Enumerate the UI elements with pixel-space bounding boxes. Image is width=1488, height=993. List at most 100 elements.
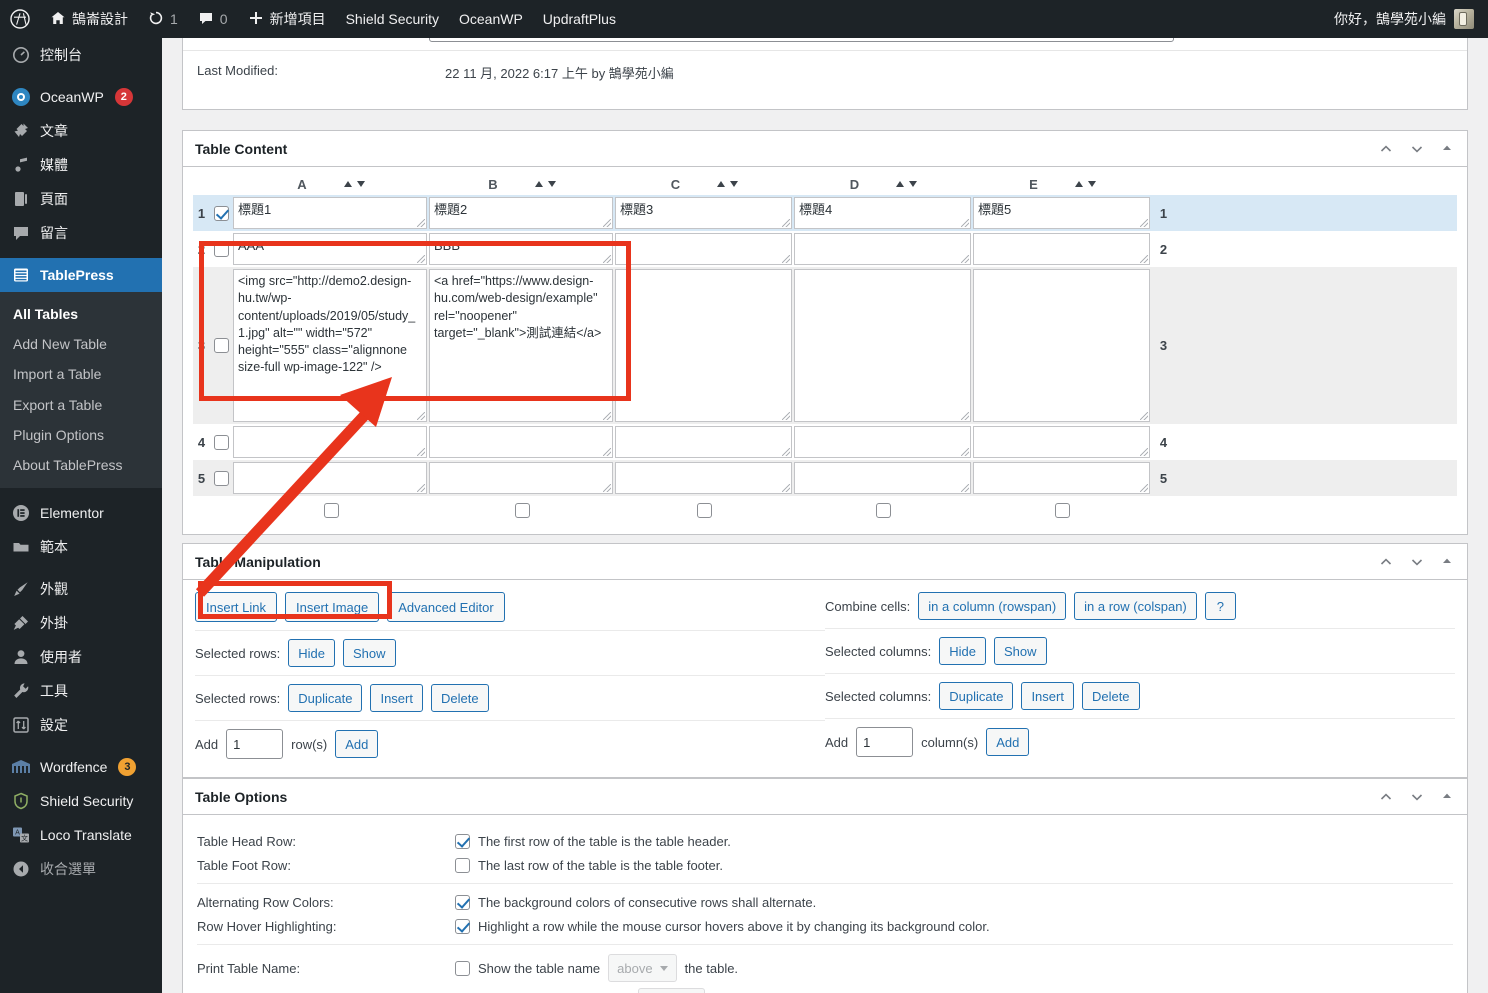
cell-c2[interactable] bbox=[615, 233, 792, 265]
sort-asc-icon[interactable] bbox=[717, 181, 726, 187]
cell-b5[interactable] bbox=[429, 462, 613, 494]
row-number-right[interactable]: 1 bbox=[1151, 195, 1176, 231]
row-number[interactable]: 5 bbox=[193, 460, 210, 496]
cell-e1[interactable]: 標題5 bbox=[973, 197, 1150, 229]
cell-c4[interactable] bbox=[615, 426, 792, 458]
adminbar-item-shield-security[interactable]: Shield Security bbox=[336, 0, 449, 38]
table-head-row-checkbox[interactable] bbox=[455, 833, 470, 849]
chevron-down-icon[interactable] bbox=[1410, 790, 1424, 804]
add-rows-button[interactable]: Add bbox=[335, 730, 379, 758]
sort-desc-icon[interactable] bbox=[547, 181, 556, 187]
advanced-editor-button[interactable]: Advanced Editor bbox=[387, 592, 505, 622]
cell-b3[interactable]: <a href="https://www.design-hu.com/web-d… bbox=[429, 269, 613, 422]
row-checkbox-cell[interactable] bbox=[210, 231, 232, 267]
cell-e5[interactable] bbox=[973, 462, 1150, 494]
column-header-c[interactable]: C bbox=[615, 177, 794, 192]
cell-e3[interactable] bbox=[973, 269, 1150, 422]
add-columns-input[interactable] bbox=[856, 727, 914, 757]
row-checkbox-cell[interactable] bbox=[210, 424, 232, 460]
row-checkbox-cell[interactable] bbox=[210, 195, 232, 231]
cell-b4[interactable] bbox=[429, 426, 613, 458]
alternating-row-colors-checkbox[interactable] bbox=[455, 894, 470, 910]
sidebar-item-all-tables[interactable]: All Tables bbox=[0, 299, 162, 329]
cell-a3[interactable]: <img src="http://demo2.design-hu.tw/wp-c… bbox=[233, 269, 427, 422]
sidebar-item-templates[interactable]: 範本 bbox=[0, 530, 162, 564]
rows-delete-button[interactable]: Delete bbox=[430, 684, 489, 712]
row-number-right[interactable]: 3 bbox=[1151, 267, 1176, 424]
row-select-checkbox[interactable] bbox=[213, 241, 229, 257]
column-select-checkbox-e[interactable] bbox=[1055, 502, 1070, 518]
sort-desc-icon[interactable] bbox=[356, 181, 365, 187]
sort-asc-icon[interactable] bbox=[343, 181, 352, 187]
sidebar-item-settings[interactable]: 設定 bbox=[0, 708, 162, 742]
columns-duplicate-button[interactable]: Duplicate bbox=[939, 682, 1014, 710]
sidebar-item-comments[interactable]: 留言 bbox=[0, 216, 162, 250]
sidebar-item-shield-security[interactable]: Shield Security bbox=[0, 784, 162, 818]
cell-a1[interactable]: 標題1 bbox=[233, 197, 427, 229]
sidebar-item-wordfence[interactable]: Wordfence 3 bbox=[0, 750, 162, 784]
columns-hide-button[interactable]: Hide bbox=[939, 637, 986, 665]
cell-b1[interactable]: 標題2 bbox=[429, 197, 613, 229]
sidebar-item-media[interactable]: 媒體 bbox=[0, 148, 162, 182]
collapse-menu-button[interactable]: 收合選單 bbox=[0, 852, 162, 886]
toggle-triangle-icon[interactable] bbox=[1441, 790, 1455, 804]
table-description-textarea[interactable] bbox=[429, 38, 1174, 42]
cell-a2[interactable]: AAA bbox=[233, 233, 427, 265]
adminbar-item-updraftplus[interactable]: UpdraftPlus bbox=[533, 0, 626, 38]
columns-delete-button[interactable]: Delete bbox=[1081, 682, 1140, 710]
insert-link-button[interactable]: Insert Link bbox=[195, 592, 277, 622]
cell-d5[interactable] bbox=[794, 462, 971, 494]
row-select-checkbox[interactable] bbox=[213, 338, 229, 353]
sidebar-item-add-new-table[interactable]: Add New Table bbox=[0, 329, 162, 359]
cell-a4[interactable] bbox=[233, 426, 427, 458]
chevron-up-icon[interactable] bbox=[1379, 142, 1393, 156]
row-number-right[interactable]: 2 bbox=[1151, 231, 1176, 267]
sort-asc-icon[interactable] bbox=[1074, 181, 1083, 187]
sidebar-item-loco-translate[interactable]: A文 Loco Translate bbox=[0, 818, 162, 852]
sidebar-item-users[interactable]: 使用者 bbox=[0, 640, 162, 674]
row-number[interactable]: 3 bbox=[193, 267, 210, 424]
sidebar-item-tablepress[interactable]: TablePress bbox=[0, 258, 162, 292]
row-number[interactable]: 1 bbox=[193, 195, 210, 231]
cell-a5[interactable] bbox=[233, 462, 427, 494]
cell-e2[interactable] bbox=[973, 233, 1150, 265]
column-header-d[interactable]: D bbox=[794, 177, 973, 192]
add-rows-input[interactable] bbox=[226, 729, 284, 759]
column-select-checkbox-b[interactable] bbox=[514, 502, 530, 518]
sidebar-item-pages[interactable]: 頁面 bbox=[0, 182, 162, 216]
my-account-menu[interactable]: 你好，鵠學苑小編 bbox=[1334, 9, 1488, 29]
chevron-up-icon[interactable] bbox=[1379, 555, 1393, 569]
comments-menu[interactable]: 0 bbox=[188, 0, 238, 38]
sidebar-item-posts[interactable]: 文章 bbox=[0, 114, 162, 148]
rows-show-button[interactable]: Show bbox=[343, 639, 396, 667]
insert-image-button[interactable]: Insert Image bbox=[284, 592, 380, 622]
sort-desc-icon[interactable] bbox=[730, 181, 739, 187]
column-select-checkbox-a[interactable] bbox=[323, 502, 339, 518]
wp-logo-button[interactable] bbox=[0, 0, 40, 38]
column-select-checkbox-d[interactable] bbox=[876, 502, 891, 518]
adminbar-item-oceanwp[interactable]: OceanWP bbox=[449, 0, 533, 38]
chevron-down-icon[interactable] bbox=[1410, 555, 1424, 569]
columns-insert-button[interactable]: Insert bbox=[1021, 682, 1074, 710]
sidebar-item-about-tablepress[interactable]: About TablePress bbox=[0, 450, 162, 480]
column-select-checkbox-c[interactable] bbox=[697, 502, 712, 518]
row-checkbox-cell[interactable] bbox=[210, 267, 232, 424]
row-number[interactable]: 4 bbox=[193, 424, 210, 460]
sidebar-item-export-a-table[interactable]: Export a Table bbox=[0, 390, 162, 420]
print-table-description-position-select[interactable]: below bbox=[638, 988, 706, 993]
column-header-a[interactable]: A bbox=[233, 177, 429, 192]
row-number-right[interactable]: 5 bbox=[1151, 460, 1176, 496]
sidebar-item-appearance[interactable]: 外觀 bbox=[0, 572, 162, 606]
new-content-menu[interactable]: 新增項目 bbox=[238, 0, 336, 38]
table-foot-row-checkbox[interactable] bbox=[455, 857, 470, 873]
cell-e4[interactable] bbox=[973, 426, 1150, 458]
row-select-checkbox[interactable] bbox=[213, 470, 229, 486]
site-name-menu[interactable]: 鵠崙設計 bbox=[40, 0, 138, 38]
sidebar-item-elementor[interactable]: Elementor bbox=[0, 496, 162, 530]
print-table-name-checkbox[interactable] bbox=[455, 960, 470, 976]
combine-help-button[interactable]: ? bbox=[1204, 592, 1236, 620]
rows-duplicate-button[interactable]: Duplicate bbox=[288, 684, 363, 712]
sidebar-item-oceanwp[interactable]: OceanWP 2 bbox=[0, 80, 162, 114]
cell-d4[interactable] bbox=[794, 426, 971, 458]
row-hover-highlighting-checkbox[interactable] bbox=[455, 918, 470, 934]
